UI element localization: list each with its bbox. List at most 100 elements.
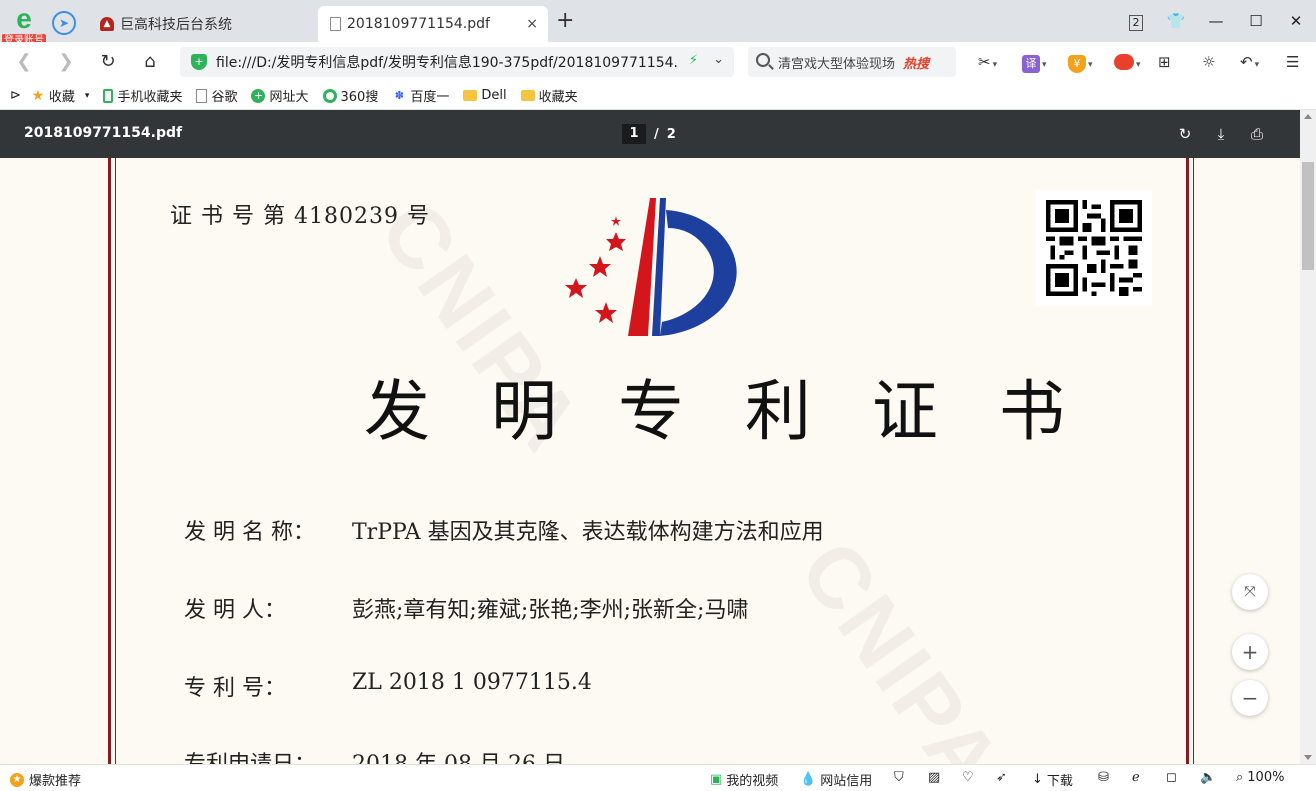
heart-icon[interactable]: ♡ — [962, 770, 974, 785]
secure-shield-icon[interactable]: + — [191, 54, 207, 70]
folder-icon — [520, 90, 535, 101]
translate-tool[interactable]: 译 ▾ — [1022, 50, 1047, 74]
emblem-star — [606, 232, 626, 251]
close-window-button[interactable]: ✕ — [1276, 6, 1316, 36]
hot-recommend[interactable]: ★ 爆款推荐 — [10, 770, 81, 789]
bookmark-label: 收藏 — [48, 90, 75, 105]
send-icon[interactable]: ➤ — [52, 11, 76, 35]
bookmark-url-nav[interactable]: + 网址大 — [251, 86, 309, 105]
back-button[interactable]: ❮ — [12, 50, 36, 74]
download-status[interactable]: ↓ 下载 — [1032, 770, 1073, 789]
phone-icon — [103, 88, 114, 103]
bookmark-favorites[interactable]: ★ 收藏 ▾ — [31, 86, 90, 106]
my-video-label: 我的视频 — [726, 774, 779, 789]
paw-icon: ✽ — [394, 88, 404, 102]
browser-e-icon: e — [16, 3, 32, 34]
address-bar[interactable]: + file:///D:/发明专利信息pdf/发明专利信息190-375pdf/… — [180, 47, 734, 77]
field-label: 专利申请日： — [184, 746, 352, 764]
reload-button[interactable]: ↻ — [96, 50, 120, 74]
undo-tool[interactable]: ↶ ▾ — [1240, 50, 1259, 74]
chevron-down-icon[interactable]: ⌄ — [713, 52, 724, 67]
bookmark-label: 收藏夹 — [538, 90, 578, 105]
doc-icon — [196, 88, 208, 103]
skin-shirt-icon[interactable]: 👕 — [1156, 6, 1196, 36]
bookmark-google[interactable]: 谷歌 — [196, 86, 237, 105]
tab-label: 2018109771154.pdf — [347, 16, 490, 32]
bookmark-folder[interactable]: 收藏夹 — [520, 86, 578, 105]
rocket-icon[interactable]: ➶ — [996, 770, 1007, 785]
shield-icon: ¥ — [1068, 55, 1086, 73]
emblem-star — [565, 278, 587, 298]
tab-label: 巨高科技后台系统 — [120, 17, 232, 33]
menu-icon[interactable]: ☰ — [1286, 50, 1299, 74]
search-box[interactable]: 清宫戏大型体验现场 热搜 — [748, 47, 956, 77]
status-bar: ★ 爆款推荐 ▣ 我的视频 💧 网站信用 ⛉ ▨ ♡ ➶ ↓ 下载 ⛁ ℯ ◻ 🔈 ⌕… — [0, 764, 1316, 791]
minimize-button[interactable]: — — [1196, 6, 1236, 36]
new-tab-button[interactable]: + — [556, 10, 574, 32]
emblem-blue-arc — [660, 210, 737, 336]
game-tool[interactable]: ▾ — [1114, 50, 1141, 74]
field-patent-number: 专 利 号： ZL 2018 1 0977115.4 — [184, 670, 592, 702]
shield-check-icon[interactable]: ⛉ — [894, 770, 904, 785]
fit-page-button[interactable]: ⤧ — [1232, 574, 1268, 610]
field-label: 专 利 号： — [184, 676, 286, 701]
print-icon[interactable]: ⎙ — [1246, 123, 1268, 145]
bookmark-label: 网址大 — [269, 90, 309, 105]
tab-bar: e 登录账号 ➤ ▲ 巨高科技后台系统 2018109771154.pdf × … — [0, 0, 1316, 48]
volume-icon[interactable]: 🔈 — [1200, 770, 1216, 785]
close-tab-icon[interactable]: × — [526, 16, 538, 32]
scrollbar[interactable] — [1300, 110, 1316, 764]
home-button[interactable]: ⌂ — [138, 50, 162, 74]
brightness-icon[interactable]: ☼ — [1202, 50, 1215, 74]
download-icon[interactable]: ⤓ — [1210, 123, 1232, 145]
page-separator: / — [654, 126, 659, 142]
field-value: ZL 2018 1 0977115.4 — [352, 670, 592, 695]
search-placeholder[interactable]: 清宫戏大型体验现场 — [778, 53, 895, 72]
certificate-number: 证 书 号 第 4180239 号 — [170, 204, 430, 229]
scroll-down-arrow[interactable] — [1304, 755, 1312, 760]
scissors-tool[interactable]: ✂ ▾ — [978, 50, 997, 74]
qr-code[interactable] — [1036, 190, 1152, 306]
address-url[interactable]: file:///D:/发明专利信息pdf/发明专利信息190-375pdf/20… — [216, 52, 678, 72]
navigation-bar: ❮ ❯ ↻ ⌂ + file:///D:/发明专利信息pdf/发明专利信息190… — [0, 42, 1316, 82]
video-icon: ▣ — [710, 772, 723, 787]
site-favicon-icon: ▲ — [100, 17, 114, 31]
bookmark-dell[interactable]: Dell — [463, 88, 507, 103]
page-number-input[interactable]: 1 — [622, 124, 646, 144]
forward-button[interactable]: ❯ — [54, 50, 78, 74]
zoom-out-button[interactable]: − — [1232, 680, 1268, 716]
page-indicator: 1 / 2 — [622, 124, 676, 144]
traffic-icon[interactable]: ⛁ — [1098, 770, 1109, 785]
window-icon[interactable]: ◻ — [1166, 770, 1177, 785]
tab-count-button[interactable]: 2 — [1116, 6, 1156, 36]
hot-search-label[interactable]: 热搜 — [903, 53, 929, 72]
zoom-in-button[interactable]: + — [1232, 634, 1268, 670]
bookmark-360[interactable]: 360搜 — [322, 86, 378, 105]
my-video[interactable]: ▣ 我的视频 — [710, 770, 778, 789]
hot-recommend-label: 爆款推荐 — [29, 774, 82, 789]
scroll-up-arrow[interactable] — [1304, 114, 1312, 119]
tab-admin-system[interactable]: ▲ 巨高科技后台系统 — [88, 6, 316, 42]
maximize-button[interactable]: ☐ — [1236, 6, 1276, 36]
rotate-icon[interactable]: ↻ — [1174, 123, 1196, 145]
image-icon[interactable]: ▨ — [928, 770, 940, 785]
zoom-level[interactable]: ⌕ 100% — [1236, 770, 1284, 785]
sidebar-toggle-icon[interactable]: ⊳ — [10, 88, 21, 103]
shield-tool[interactable]: ¥ ▾ — [1068, 50, 1093, 74]
tab-pdf-active[interactable]: 2018109771154.pdf × — [318, 6, 548, 42]
apps-grid-icon[interactable]: ⊞ — [1158, 50, 1171, 74]
download-arrow-icon: ↓ — [1032, 772, 1043, 787]
bookmark-label: 百度一 — [410, 90, 450, 105]
field-label: 发 明 人： — [184, 598, 286, 623]
lightning-icon[interactable]: ⚡ — [689, 53, 698, 68]
ie-icon[interactable]: ℯ — [1132, 770, 1140, 785]
bookmark-baidu[interactable]: ✽ 百度一 — [392, 86, 450, 106]
pdf-viewport[interactable]: CNIPA CNIPA 证 书 号 第 4180239 号 发 明 专 利 证 … — [0, 158, 1300, 764]
bookmark-mobile[interactable]: 手机收藏夹 — [103, 86, 182, 105]
scroll-thumb[interactable] — [1302, 162, 1314, 270]
emblem-star — [589, 256, 611, 277]
site-credit[interactable]: 💧 网站信用 — [800, 770, 872, 789]
bookmark-label: 谷歌 — [211, 90, 238, 105]
field-value: 2018 年 08 月 26 日 — [352, 746, 565, 764]
emblem-red-blade — [628, 198, 656, 336]
